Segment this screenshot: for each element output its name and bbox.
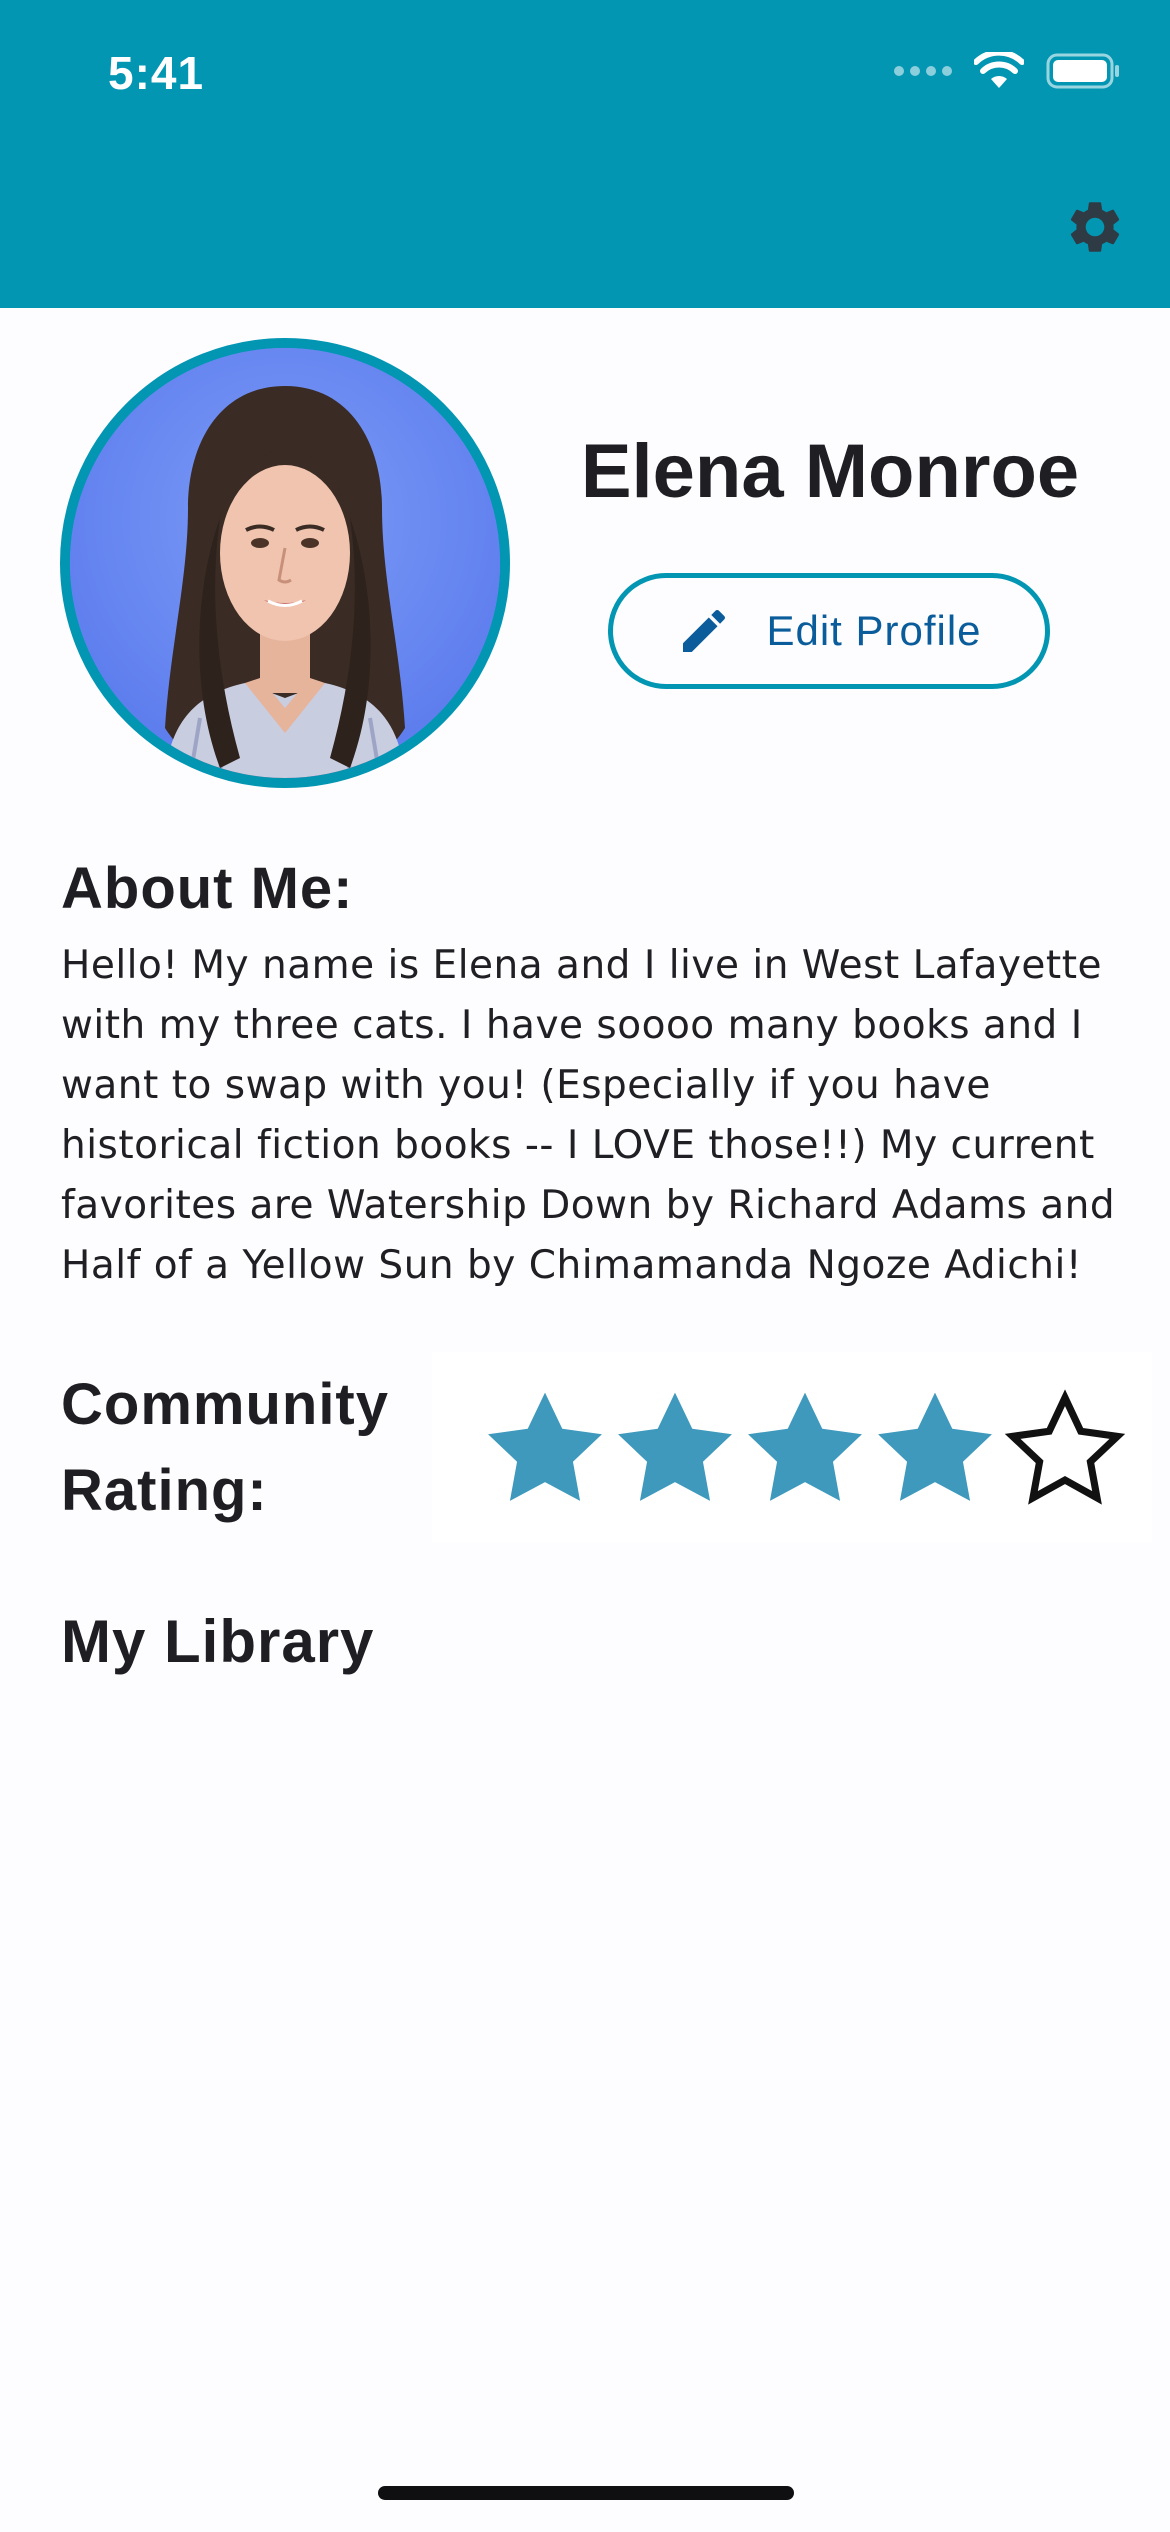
pencil-icon (683, 609, 726, 652)
profile-screen: 5:41 Elena Monroe Edit Profile About Me:… (0, 0, 1170, 2532)
community-rating-stars (432, 1352, 1152, 1542)
battery-icon (1046, 53, 1120, 89)
star-filled-icon (488, 1392, 602, 1501)
wifi-icon (974, 52, 1024, 90)
home-indicator[interactable] (378, 2486, 794, 2500)
profile-name: Elena Monroe (580, 429, 1080, 514)
about-text: Hello! My name is Elena and I live in We… (61, 943, 1116, 1288)
star-filled-icon (618, 1392, 732, 1501)
cellular-signal-icon (894, 66, 952, 76)
edit-profile-label: Edit Profile (766, 607, 982, 654)
star-outline-icon (1004, 1389, 1126, 1505)
edit-profile-button[interactable]: Edit Profile (608, 573, 1050, 689)
app-header: 5:41 (0, 0, 1170, 308)
rating-heading: Community Rating: (61, 1372, 389, 1523)
gear-icon (1070, 202, 1120, 252)
star-filled-icon (878, 1392, 992, 1501)
status-time: 5:41 (108, 47, 205, 99)
star-filled-icon (748, 1392, 862, 1501)
avatar (60, 338, 510, 788)
status-indicators (894, 52, 1120, 90)
settings-button[interactable] (1060, 192, 1130, 262)
about-heading: About Me: (61, 856, 354, 921)
library-heading: My Library (61, 1608, 375, 1675)
